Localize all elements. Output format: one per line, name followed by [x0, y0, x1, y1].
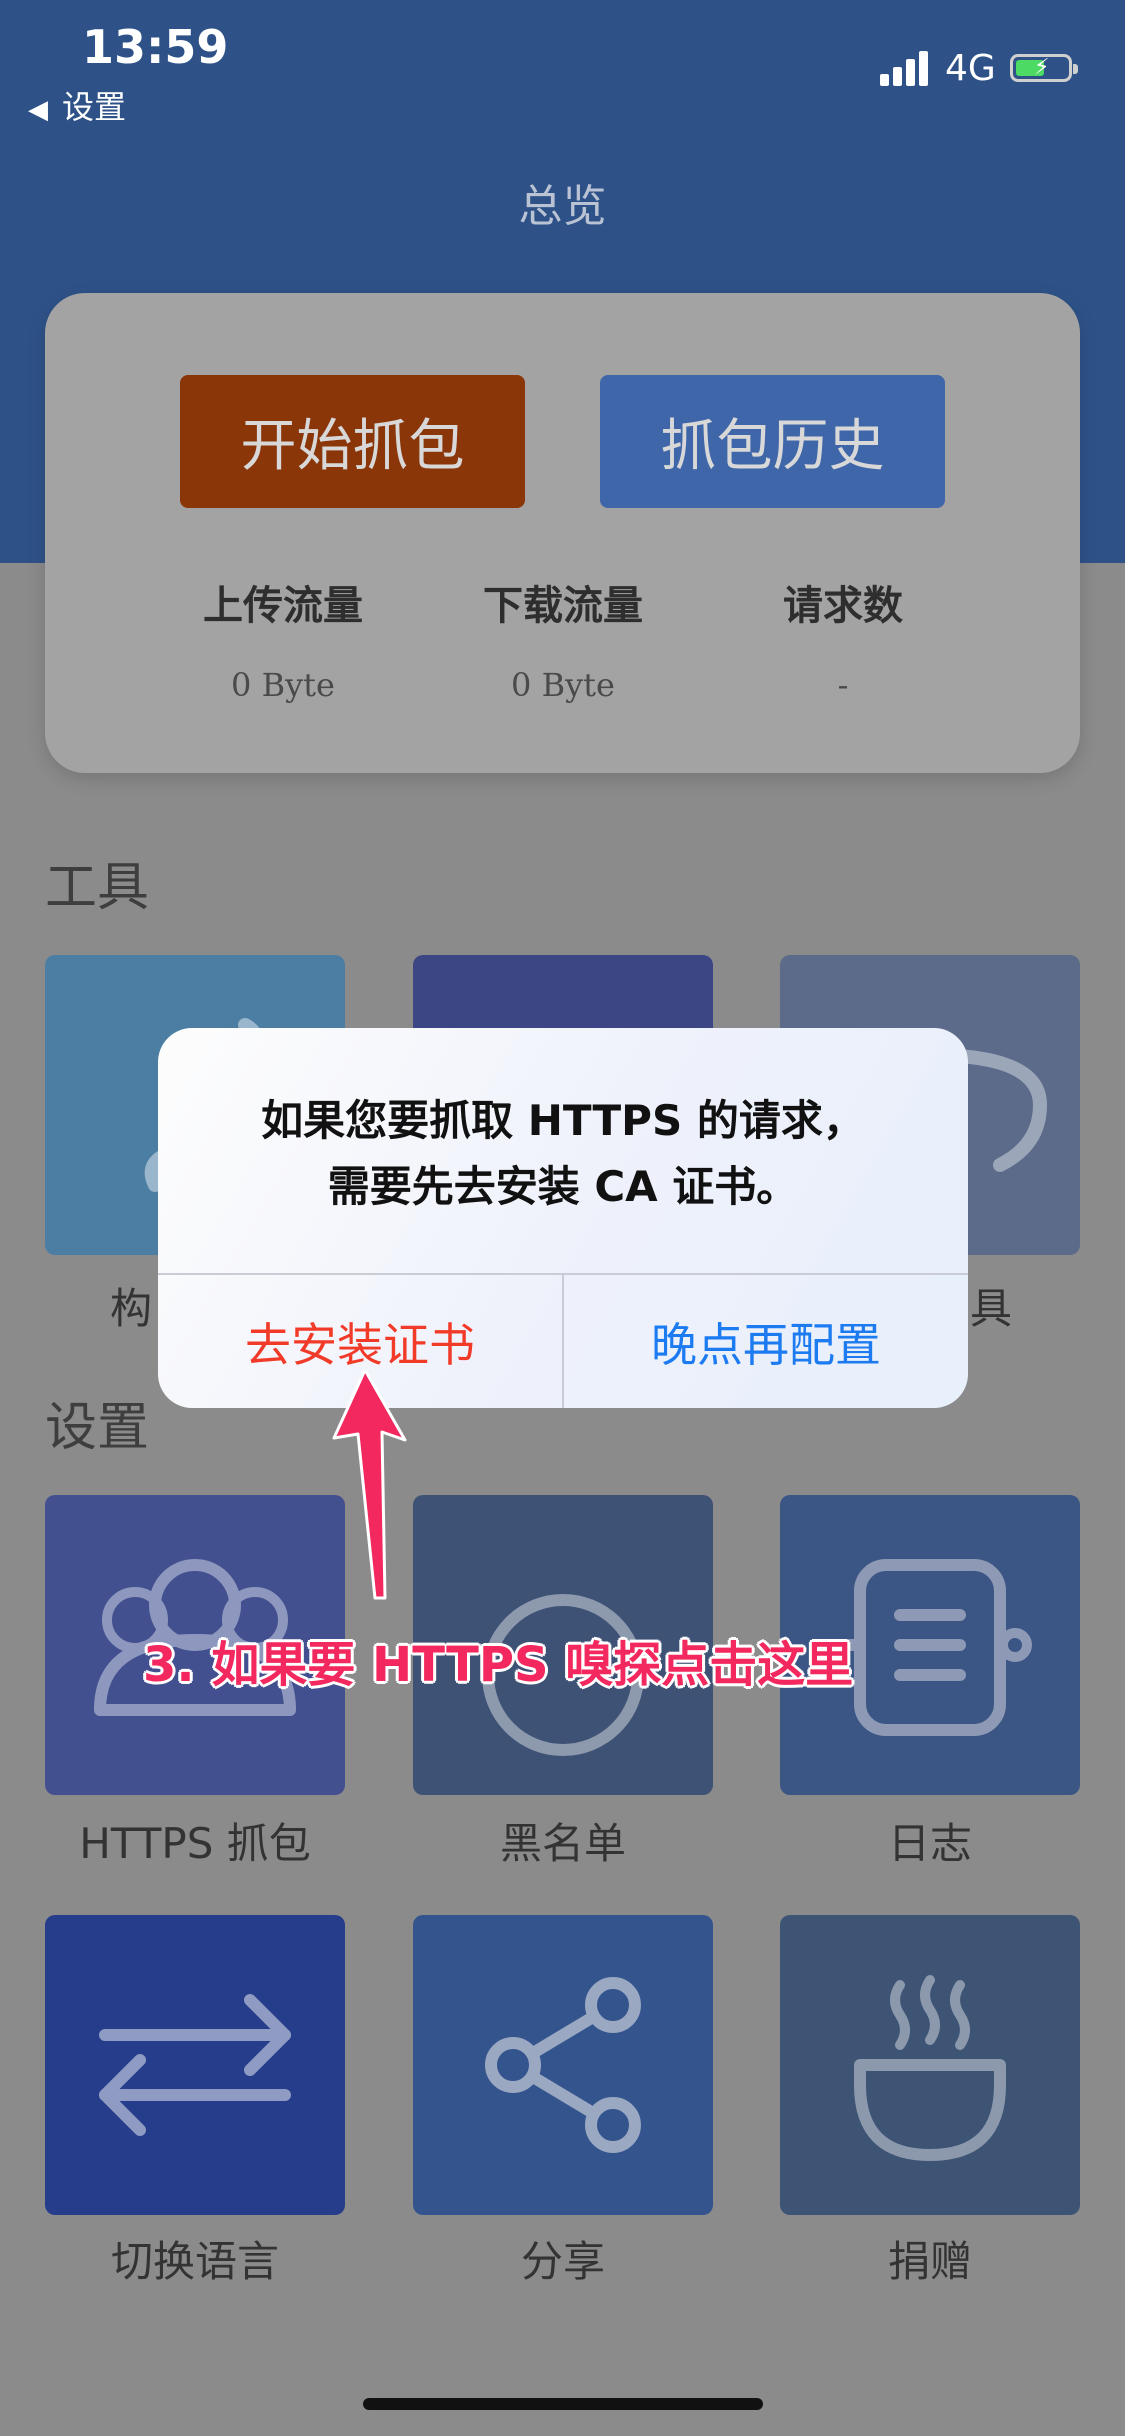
back-triangle-icon: ◀ [28, 95, 48, 125]
requests-value: - [837, 666, 849, 704]
page-title: 总览 [518, 181, 607, 232]
start-capture-button[interactable]: 开始抓包 [180, 375, 525, 508]
back-label: 设置 [62, 88, 127, 126]
share-label: 分享 [520, 2237, 605, 2286]
swap-icon [99, 1994, 291, 2136]
status-bar: 13:59 ◀ 设置 4G ⚡ [0, 0, 1125, 140]
switch-language-label: 切换语言 [110, 2237, 279, 2286]
requests-label: 请求数 [783, 583, 903, 629]
download-label: 下载流量 [483, 583, 643, 629]
download-stat: 下载流量 0 Byte [433, 573, 693, 704]
signal-icon [880, 50, 932, 86]
annotation-text: 3. 如果要 HTTPS 嗅探点击这里 [143, 1637, 854, 1693]
upload-value: 0 Byte [231, 666, 335, 704]
switch-language-tile[interactable] [45, 1915, 345, 2215]
battery-icon: ⚡ [1010, 54, 1078, 82]
donate-tile[interactable] [780, 1915, 1080, 2215]
blacklist-label: 黑名单 [499, 1819, 626, 1868]
https-capture-label: HTTPS 抓包 [79, 1819, 311, 1868]
donate-label: 捐赠 [887, 2237, 972, 2286]
share-icon [485, 1977, 641, 2153]
upload-stat: 上传流量 0 Byte [153, 573, 413, 704]
annotation-arrow-icon [332, 1370, 407, 1600]
upload-label: 上传流量 [203, 583, 363, 629]
tools-section-title: 工具 [45, 858, 150, 918]
settings-section-title: 设置 [45, 1398, 150, 1458]
dialog-line-2: 需要先去安装 CA 证书。 [327, 1162, 799, 1211]
dialog-line-1: 如果您要抓取 HTTPS 的请求， [261, 1096, 865, 1145]
download-value: 0 Byte [511, 666, 615, 704]
back-to-settings-link[interactable]: ◀ 设置 [28, 82, 126, 128]
network-type: 4G [945, 48, 996, 89]
install-ca-dialog: 如果您要抓取 HTTPS 的请求， 需要先去安装 CA 证书。 去安装证书 晚点… [158, 1028, 968, 1408]
dialog-message: 如果您要抓取 HTTPS 的请求， 需要先去安装 CA 证书。 [158, 1088, 968, 1220]
capture-history-button[interactable]: 抓包历史 [600, 375, 945, 508]
log-label: 日志 [887, 1819, 972, 1868]
share-tile[interactable] [413, 1915, 713, 2215]
requests-stat: 请求数 - [713, 573, 973, 704]
configure-later-button[interactable]: 晚点再配置 [564, 1275, 968, 1408]
home-indicator[interactable] [363, 2398, 763, 2410]
status-time: 13:59 [82, 20, 229, 74]
overview-card: 开始抓包 抓包历史 上传流量 0 Byte 下载流量 0 Byte 请求数 - [45, 293, 1080, 773]
app-screen: 13:59 ◀ 设置 4G ⚡ 总览 开始抓包 抓包历史 上传流量 0 Byte … [0, 0, 1125, 2436]
coffee-icon [854, 1975, 1006, 2161]
